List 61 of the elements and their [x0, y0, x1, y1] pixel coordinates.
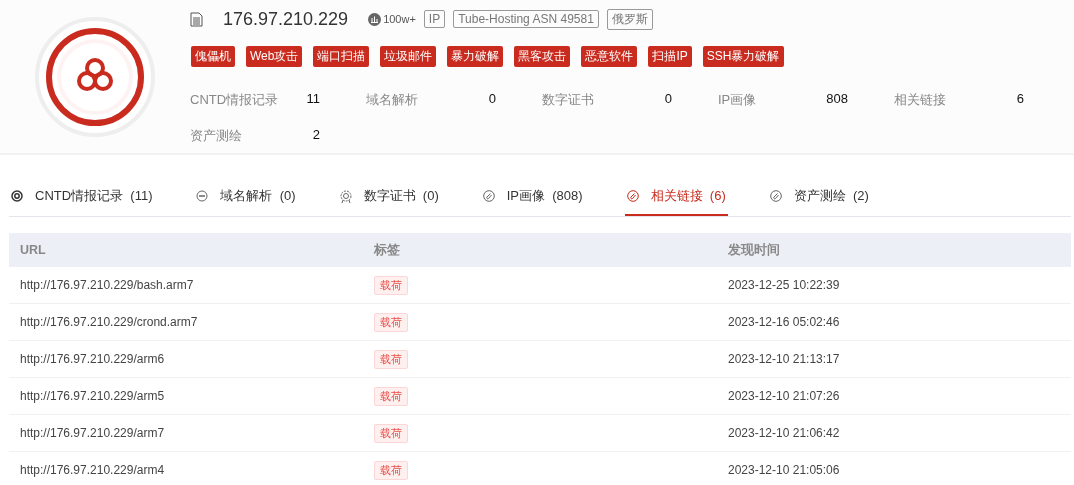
time-cell-text: 2023-12-10 21:06:42 [727, 426, 841, 440]
info-badge: 俄罗斯 [606, 8, 653, 30]
stat-value: 6 [1015, 91, 1024, 108]
payload-tag: 载荷 [374, 275, 408, 295]
payload-tag: 载荷 [374, 386, 408, 406]
url-cell-text: http://176.97.210.229/bash.arm7 [19, 278, 195, 292]
stat-value: 11 [305, 91, 320, 108]
stat-value: 808 [825, 91, 848, 108]
threat-tag: Web攻击 [246, 46, 303, 67]
tab[interactable]: IP画像 (808) [480, 178, 585, 216]
url-cell-text: http://176.97.210.229/arm6 [19, 352, 166, 366]
stat-value: 2 [311, 127, 320, 144]
threat-tag: 端口扫描 [313, 46, 370, 67]
url-cell-text: http://176.97.210.229/arm7 [19, 426, 166, 440]
award-icon [339, 189, 352, 203]
info-badge: Tube-Hosting ASN 49581 [453, 10, 599, 28]
stat-label: 域名解析 [366, 91, 419, 109]
stat-value: 0 [487, 91, 496, 108]
ip-address: 176.97.210.229 [223, 8, 349, 30]
time-cell-text: 2023-12-10 21:07:26 [727, 389, 841, 403]
time-cell-text: 2023-12-16 05:02:46 [727, 315, 841, 329]
payload-tag: 载荷 [374, 349, 408, 369]
threat-tag: SSH暴力破解 [702, 46, 784, 67]
url-cell-text: http://176.97.210.229/arm4 [19, 463, 166, 477]
threat-tag: 扫描IP [648, 46, 692, 67]
payload-tag: 载荷 [374, 312, 408, 332]
url-cell-text: http://176.97.210.229/arm5 [19, 389, 166, 403]
stat-label: 相关链接 [894, 91, 947, 109]
document-icon [190, 11, 203, 27]
payload-tag: 载荷 [374, 423, 408, 443]
minus-circle-icon [196, 190, 209, 202]
stat-label: 资产测绘 [190, 127, 243, 145]
column-header: URL [19, 243, 47, 257]
stat-label: CNTD情报记录 [190, 91, 280, 109]
tab[interactable]: 数字证书 (0) [337, 178, 441, 216]
tab[interactable]: CNTD情报记录 (11) [9, 178, 155, 216]
tab[interactable]: 资产测绘 (2) [767, 178, 871, 216]
threat-tag: 傀儡机 [191, 46, 235, 67]
paperclip-icon [482, 190, 495, 202]
stat-label: 数字证书 [542, 91, 595, 109]
tab[interactable]: 域名解析 (0) [194, 178, 298, 216]
popularity-count: 100w+ [383, 13, 416, 25]
tab[interactable]: 相关链接 (6) [624, 178, 728, 216]
time-cell-text: 2023-12-25 10:22:39 [727, 278, 841, 292]
threat-tag: 恶意软件 [581, 46, 638, 67]
stat-label: IP画像 [718, 91, 758, 109]
threat-tag: 黑客攻击 [514, 46, 571, 67]
paperclip-icon [769, 190, 782, 202]
info-badge: IP [423, 10, 446, 28]
chart-icon [368, 12, 382, 26]
payload-tag: 载荷 [374, 460, 408, 480]
time-cell-text: 2023-12-10 21:13:17 [727, 352, 841, 366]
time-cell-text: 2023-12-10 21:05:06 [727, 463, 841, 477]
paperclip-icon [626, 190, 639, 202]
threat-tag: 垃圾邮件 [380, 46, 437, 67]
threat-tag: 暴力破解 [447, 46, 504, 67]
column-header: 发现时间 [727, 241, 781, 259]
url-cell-text: http://176.97.210.229/crond.arm7 [19, 315, 199, 329]
column-header: 标签 [373, 241, 401, 259]
stat-value: 0 [663, 91, 672, 108]
radar-icon [11, 190, 23, 202]
